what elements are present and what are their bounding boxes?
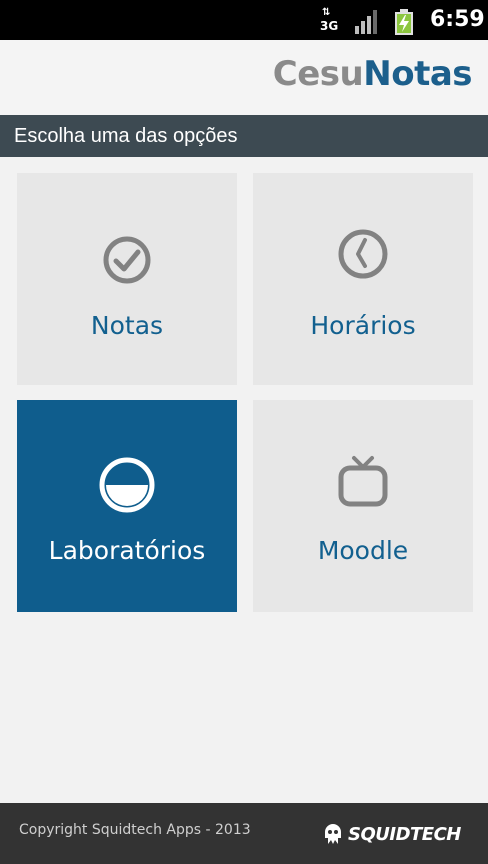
tile-notas[interactable]: Notas [17, 173, 237, 385]
data-arrows-icon: ⇅ 3G [320, 8, 338, 34]
squidtech-brand: SQUIDTECH [322, 822, 461, 846]
app-header: CesuNotas [0, 40, 488, 115]
network-type: 3G [320, 19, 339, 33]
status-bar: ⇅ 3G 6:59 [0, 0, 488, 40]
network-arrows: ⇅ [322, 7, 331, 18]
signal-icon [355, 10, 377, 34]
tile-notas-label: Notas [90, 311, 164, 340]
tv-icon [338, 456, 388, 507]
check-circle-icon [103, 236, 151, 284]
tile-moodle[interactable]: Moodle [253, 400, 473, 612]
section-title: Escolha uma das opções [0, 115, 488, 157]
tile-horarios-label: Horários [310, 311, 416, 340]
clock: 6:59 [430, 7, 485, 32]
battery-charging-icon [395, 9, 413, 35]
half-circle-icon [99, 457, 155, 513]
clock-icon [338, 229, 388, 279]
app-logo: CesuNotas [272, 54, 473, 94]
logo-part-cesu: Cesu [272, 54, 364, 94]
tile-moodle-label: Moodle [317, 536, 409, 565]
footer: Copyright Squidtech Apps - 2013 SQUIDTEC… [0, 803, 488, 864]
tile-horarios[interactable]: Horários [253, 173, 473, 385]
squid-logo-icon [325, 824, 341, 844]
brand-name: SQUIDTECH [348, 823, 461, 845]
logo-part-notas: Notas [363, 54, 472, 94]
tile-laboratorios-label: Laboratórios [48, 536, 206, 565]
tile-laboratorios[interactable]: Laboratórios [17, 400, 237, 612]
copyright-text: Copyright Squidtech Apps - 2013 [19, 822, 251, 838]
